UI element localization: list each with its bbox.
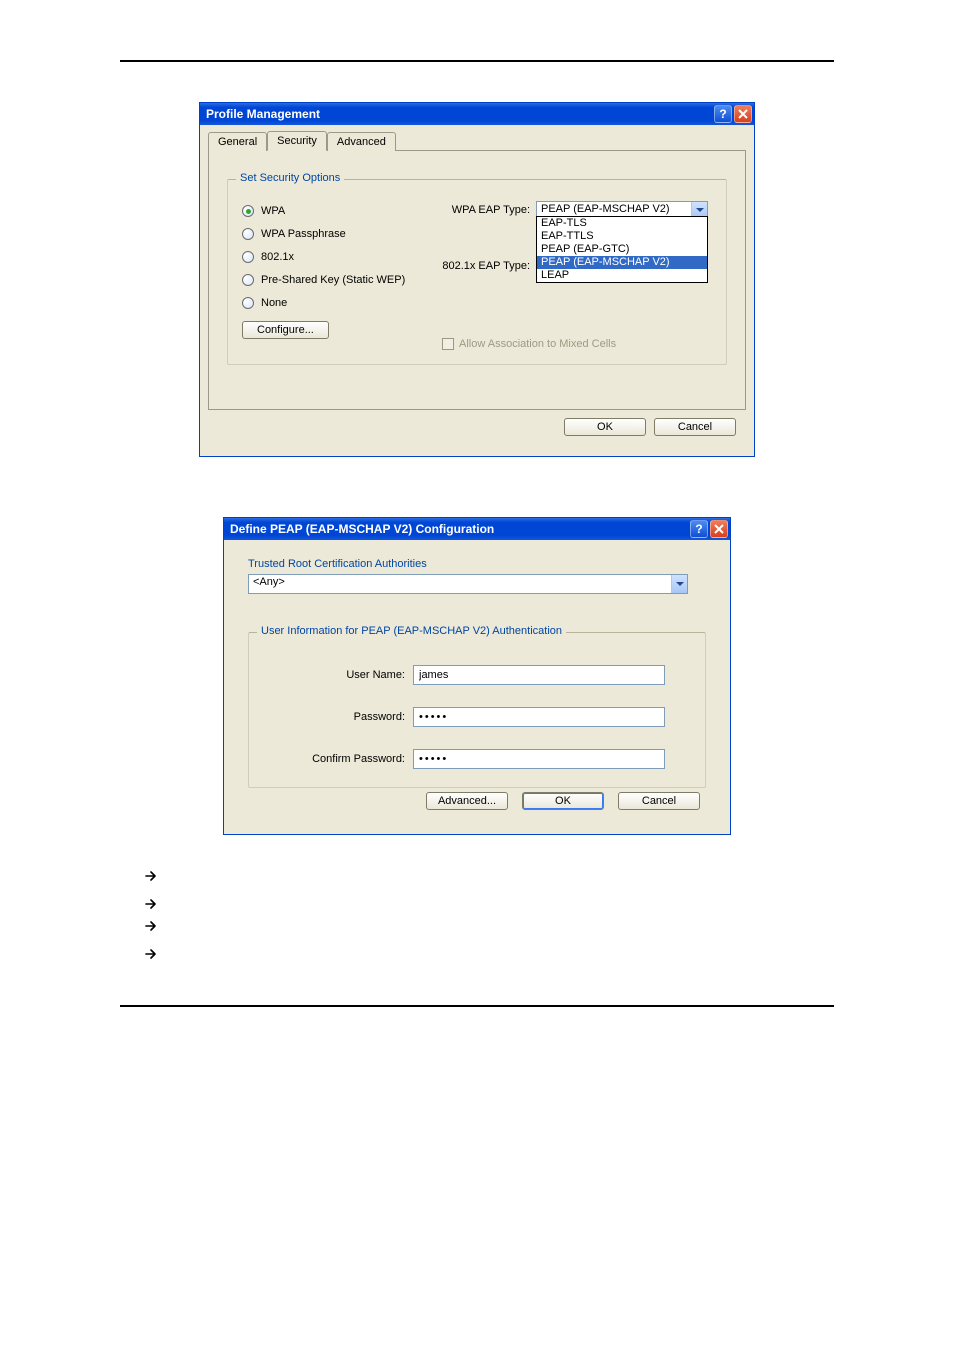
radio-column: WPA WPA Passphrase 802.1x bbox=[242, 198, 442, 350]
radio-none[interactable]: None bbox=[242, 293, 442, 313]
dropdown-option[interactable]: PEAP (EAP-GTC) bbox=[537, 243, 707, 256]
bullet-list bbox=[145, 865, 834, 965]
confirm-password-field[interactable] bbox=[413, 749, 665, 769]
mixed-cells-check[interactable]: Allow Association to Mixed Cells bbox=[442, 338, 712, 350]
8021x-eap-type-label: 802.1x EAP Type: bbox=[442, 260, 536, 272]
checkbox-icon bbox=[442, 338, 454, 350]
cancel-button[interactable]: Cancel bbox=[618, 792, 700, 810]
ok-button[interactable]: OK bbox=[564, 418, 646, 436]
configure-button[interactable]: Configure... bbox=[242, 321, 329, 339]
security-options-fieldset: Set Security Options WPA WPA Passphrase bbox=[227, 179, 727, 365]
help-button[interactable]: ? bbox=[690, 520, 708, 538]
radio-icon bbox=[242, 251, 254, 263]
username-field[interactable] bbox=[413, 665, 665, 685]
eap-type-dropdown-list[interactable]: EAP-TLS EAP-TTLS PEAP (EAP-GTC) PEAP (EA… bbox=[536, 216, 708, 283]
radio-label: None bbox=[261, 297, 287, 309]
dropdown-option[interactable]: EAP-TTLS bbox=[537, 230, 707, 243]
close-button[interactable] bbox=[710, 520, 728, 538]
radio-8021x[interactable]: 802.1x bbox=[242, 247, 442, 267]
tab-advanced[interactable]: Advanced bbox=[327, 132, 396, 151]
tab-content: Set Security Options WPA WPA Passphrase bbox=[208, 150, 746, 410]
bullet-arrow-icon bbox=[145, 915, 834, 937]
user-info-fieldset: User Information for PEAP (EAP-MSCHAP V2… bbox=[248, 632, 706, 788]
help-button[interactable]: ? bbox=[714, 105, 732, 123]
chevron-down-icon bbox=[671, 575, 687, 593]
bullet-arrow-icon bbox=[145, 893, 834, 915]
radio-psk-wep[interactable]: Pre-Shared Key (Static WEP) bbox=[242, 270, 442, 290]
titlebar: Profile Management ? bbox=[200, 103, 754, 125]
fieldset-legend: User Information for PEAP (EAP-MSCHAP V2… bbox=[257, 625, 566, 637]
profile-management-dialog: Profile Management ? General Security Ad… bbox=[199, 102, 755, 457]
radio-icon bbox=[242, 274, 254, 286]
trusted-root-label: Trusted Root Certification Authorities bbox=[248, 558, 706, 570]
radio-icon bbox=[242, 228, 254, 240]
ok-button[interactable]: OK bbox=[522, 792, 604, 810]
fieldset-legend: Set Security Options bbox=[236, 172, 344, 184]
dropdown-option[interactable]: PEAP (EAP-MSCHAP V2) bbox=[537, 256, 707, 269]
radio-icon bbox=[242, 297, 254, 309]
radio-label: WPA Passphrase bbox=[261, 228, 346, 240]
dropdown-option[interactable]: LEAP bbox=[537, 269, 707, 282]
trusted-root-combo[interactable]: <Any> bbox=[248, 574, 688, 594]
radio-label: WPA bbox=[261, 205, 285, 217]
password-field[interactable] bbox=[413, 707, 665, 727]
bullet-arrow-icon bbox=[145, 865, 834, 887]
username-label: User Name: bbox=[263, 669, 413, 681]
define-peap-dialog: Define PEAP (EAP-MSCHAP V2) Configuratio… bbox=[223, 517, 731, 835]
combo-text: <Any> bbox=[249, 575, 671, 593]
tab-general[interactable]: General bbox=[208, 132, 267, 151]
titlebar: Define PEAP (EAP-MSCHAP V2) Configuratio… bbox=[224, 518, 730, 540]
cancel-button[interactable]: Cancel bbox=[654, 418, 736, 436]
advanced-button[interactable]: Advanced... bbox=[426, 792, 508, 810]
radio-wpa-passphrase[interactable]: WPA Passphrase bbox=[242, 224, 442, 244]
eap-type-column: WPA EAP Type: PEAP (EAP-MSCHAP V2) bbox=[442, 198, 712, 350]
radio-wpa[interactable]: WPA bbox=[242, 201, 442, 221]
radio-icon bbox=[242, 205, 254, 217]
radio-label: 802.1x bbox=[261, 251, 294, 263]
password-label: Password: bbox=[263, 711, 413, 723]
dropdown-option[interactable]: EAP-TLS bbox=[537, 217, 707, 230]
tabstrip: General Security Advanced bbox=[208, 131, 746, 151]
radio-label: Pre-Shared Key (Static WEP) bbox=[261, 274, 405, 286]
confirm-password-label: Confirm Password: bbox=[263, 753, 413, 765]
wpa-eap-type-label: WPA EAP Type: bbox=[442, 204, 536, 216]
title-text: Profile Management bbox=[206, 107, 712, 121]
checkbox-label: Allow Association to Mixed Cells bbox=[459, 338, 616, 350]
bottom-rule bbox=[120, 1005, 834, 1007]
title-text: Define PEAP (EAP-MSCHAP V2) Configuratio… bbox=[230, 522, 688, 536]
top-rule bbox=[120, 60, 834, 62]
bullet-arrow-icon bbox=[145, 943, 834, 965]
close-button[interactable] bbox=[734, 105, 752, 123]
tab-security[interactable]: Security bbox=[267, 131, 327, 151]
